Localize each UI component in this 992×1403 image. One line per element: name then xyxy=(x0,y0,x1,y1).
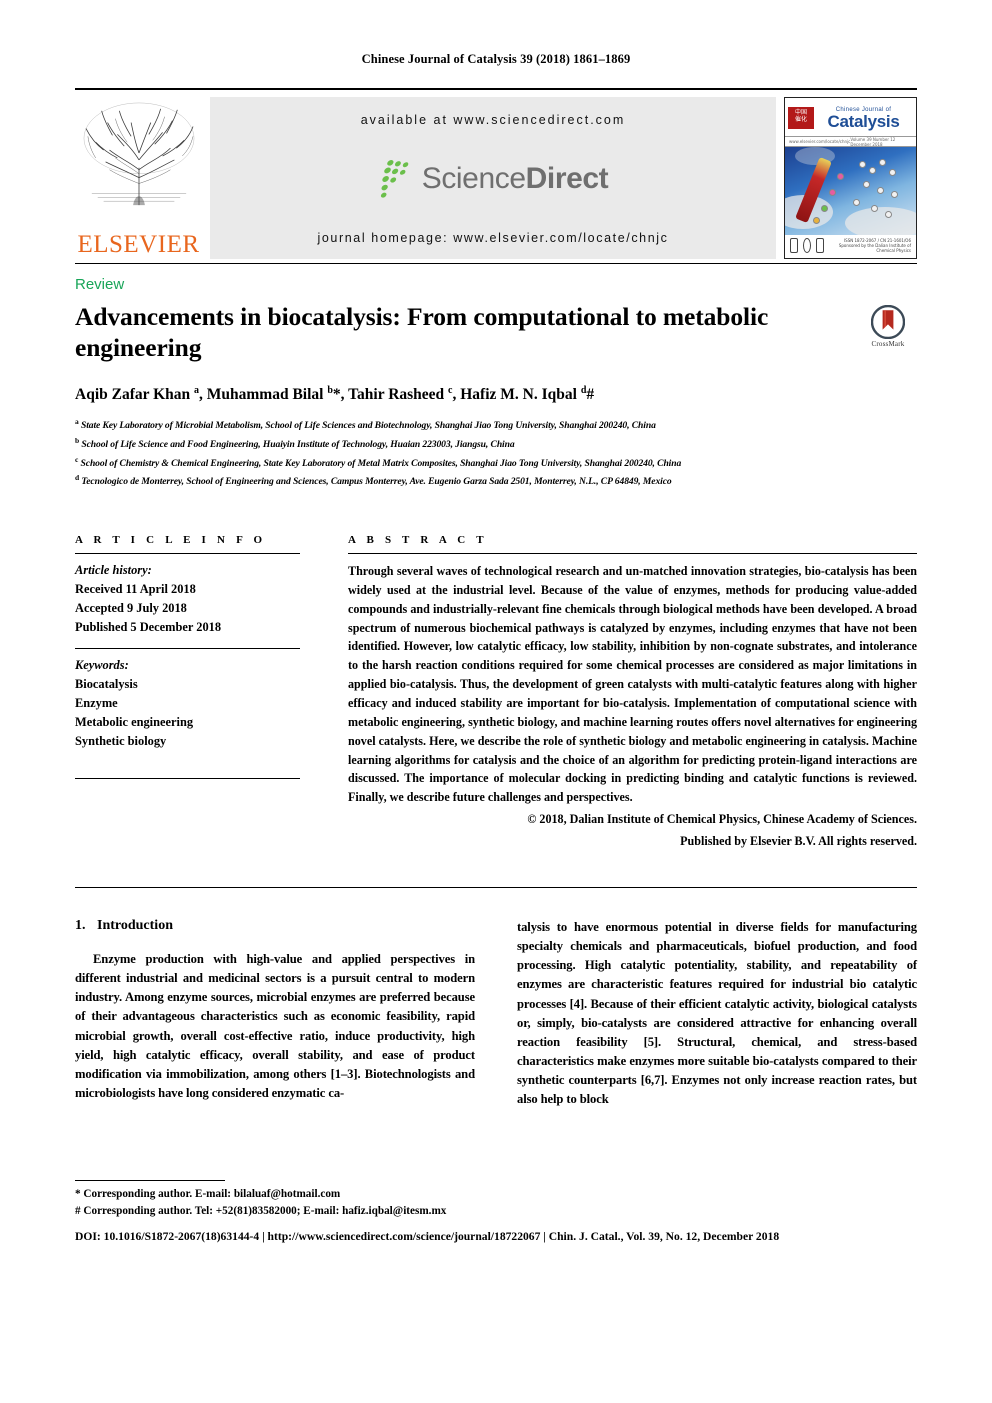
journal-homepage-text: journal homepage: www.elsevier.com/locat… xyxy=(317,231,669,245)
affiliation-text: Tecnologico de Monterrey, School of Engi… xyxy=(81,476,672,488)
paper-page: Chinese Journal of Catalysis 39 (2018) 1… xyxy=(0,0,992,1403)
keywords-label: Keywords: xyxy=(75,658,129,673)
running-head: Chinese Journal of Catalysis 39 (2018) 1… xyxy=(361,52,631,66)
elsevier-tree-icon xyxy=(81,100,196,211)
article-header: Review Advancements in biocatalysis: Fro… xyxy=(75,263,917,491)
affiliation-text: School of Life Science and Food Engineer… xyxy=(81,439,515,451)
crossmark-label: CrossMark xyxy=(871,340,905,348)
article-history-published: Published 5 December 2018 xyxy=(75,619,222,634)
article-info-column: A R T I C L E I N F O Article history: R… xyxy=(75,524,300,851)
body-column-left: 1. Introduction Enzyme production with hi… xyxy=(75,918,475,1109)
cover-artwork xyxy=(785,147,916,235)
cover-badge-2-icon xyxy=(803,237,812,253)
cover-title: Chinese Journal of Catalysis xyxy=(814,107,913,130)
affiliation-marker: c xyxy=(75,454,79,464)
cover-footer-text: ISSN 1872-2067 / CN 21-1601/O6 Sponsored… xyxy=(838,237,911,253)
article-info-rule-bottom xyxy=(75,778,300,779)
corresponding-author-1: * Corresponding author. E-mail: bilaluaf… xyxy=(75,1188,341,1200)
corresponding-author-2: # Corresponding author. Tel: +52(81)8358… xyxy=(75,1204,447,1217)
sciencedirect-banner: available at www.sciencedirect.com Scien… xyxy=(210,97,776,259)
footnotes-region: * Corresponding author. E-mail: bilaluaf… xyxy=(75,1180,917,1245)
sciencedirect-word-science: Science xyxy=(421,162,526,195)
abstract-text: Through several waves of technological r… xyxy=(348,564,917,805)
cover-rule-right: Volume 39 Number 12 December 2018 xyxy=(850,136,896,147)
keyword-item: Metabolic engineering xyxy=(75,714,194,729)
affiliation-marker: a xyxy=(75,417,79,427)
abstract-rule-bottom xyxy=(75,887,917,888)
affiliation-text: School of Chemistry & Chemical Engineeri… xyxy=(80,457,682,469)
affiliation-list: a State Key Laboratory of Microbial Meta… xyxy=(75,416,917,491)
affiliation-text: State Key Laboratory of Microbial Metabo… xyxy=(80,420,656,432)
article-history-block: Article history: Received 11 April 2018 … xyxy=(75,554,300,648)
doi-line[interactable]: DOI: 10.1016/S1872-2067(18)63144-4 | htt… xyxy=(75,1228,917,1245)
abstract-copyright-line-1: © 2018, Dalian Institute of Chemical Phy… xyxy=(527,812,917,827)
journal-cover: 中国 催化 Chinese Journal of Catalysis www.el… xyxy=(784,97,917,259)
affiliation-marker: d xyxy=(75,473,80,483)
footnote-rule xyxy=(75,1180,225,1181)
intro-paragraph-right: talysis to have enormous potential in di… xyxy=(517,920,917,1107)
page-title: Advancements in biocatalysis: From compu… xyxy=(75,302,769,363)
intro-paragraph-left: Enzyme production with high-value and ap… xyxy=(75,952,475,1100)
article-type-label: Review xyxy=(75,276,125,293)
affiliation-item: a State Key Laboratory of Microbial Meta… xyxy=(75,416,917,435)
cover-title-large: Catalysis xyxy=(827,111,900,131)
abstract-column: A B S T R A C T Through several waves of… xyxy=(348,524,917,851)
cover-badge-1-icon xyxy=(790,237,799,253)
crossmark-icon xyxy=(871,305,905,339)
cover-seal-icon: 中国 催化 xyxy=(788,107,814,129)
section-number: 1. xyxy=(75,918,86,933)
abstract-heading: A B S T R A C T xyxy=(348,534,488,546)
elsevier-logo: ELSEVIER xyxy=(75,97,202,259)
section-title-text: Introduction xyxy=(97,918,173,933)
keyword-item: Synthetic biology xyxy=(75,733,167,748)
affiliation-marker: b xyxy=(75,436,80,446)
cover-header: 中国 催化 Chinese Journal of Catalysis xyxy=(785,98,916,136)
sciencedirect-logo: ScienceDirect xyxy=(378,159,609,199)
article-history-accepted: Accepted 9 July 2018 xyxy=(75,600,187,615)
crossmark-badge[interactable]: CrossMark xyxy=(859,301,917,348)
cover-rule-left: www.elsevier.com/locate/chnjc xyxy=(789,139,851,144)
keyword-item: Biocatalysis xyxy=(75,677,138,692)
sciencedirect-wordmark: ScienceDirect xyxy=(422,162,609,196)
cover-badge-3-icon xyxy=(816,237,825,253)
body-column-right: talysis to have enormous potential in di… xyxy=(517,918,917,1109)
available-at-text: available at www.sciencedirect.com xyxy=(360,113,626,127)
keyword-item: Enzyme xyxy=(75,696,118,711)
keywords-block: Keywords: Biocatalysis Enzyme Metabolic … xyxy=(75,649,300,762)
affiliation-item: c School of Chemistry & Chemical Enginee… xyxy=(75,454,917,473)
cover-issue-rule: www.elsevier.com/locate/chnjc Volume 39 … xyxy=(785,136,916,147)
sciencedirect-leaf-icon xyxy=(380,160,409,198)
journal-cover-thumbnail: 中国 催化 Chinese Journal of Catalysis www.el… xyxy=(784,97,917,259)
affiliation-item: b School of Life Science and Food Engine… xyxy=(75,435,917,454)
sciencedirect-word-direct: Direct xyxy=(525,162,609,195)
cover-footer: ISSN 1872-2067 / CN 21-1601/O6 Sponsored… xyxy=(785,235,916,255)
author-list: Aqib Zafar Khan a, Muhammad Bilal b*, Ta… xyxy=(75,385,595,404)
info-abstract-region: A R T I C L E I N F O Article history: R… xyxy=(75,524,917,851)
abstract-copyright-line-2: Published by Elsevier B.V. All rights re… xyxy=(680,834,917,849)
journal-masthead: ELSEVIER available at www.sciencedirect.… xyxy=(75,88,917,259)
article-history-label: Article history: xyxy=(75,563,152,577)
article-info-heading: A R T I C L E I N F O xyxy=(75,534,267,546)
article-history-received: Received 11 April 2018 xyxy=(75,581,196,596)
body-columns: 1. Introduction Enzyme production with hi… xyxy=(75,918,917,1109)
affiliation-item: d Tecnologico de Monterrey, School of En… xyxy=(75,472,917,491)
section-heading-introduction: 1. Introduction xyxy=(75,918,475,934)
elsevier-wordmark: ELSEVIER xyxy=(77,231,200,258)
